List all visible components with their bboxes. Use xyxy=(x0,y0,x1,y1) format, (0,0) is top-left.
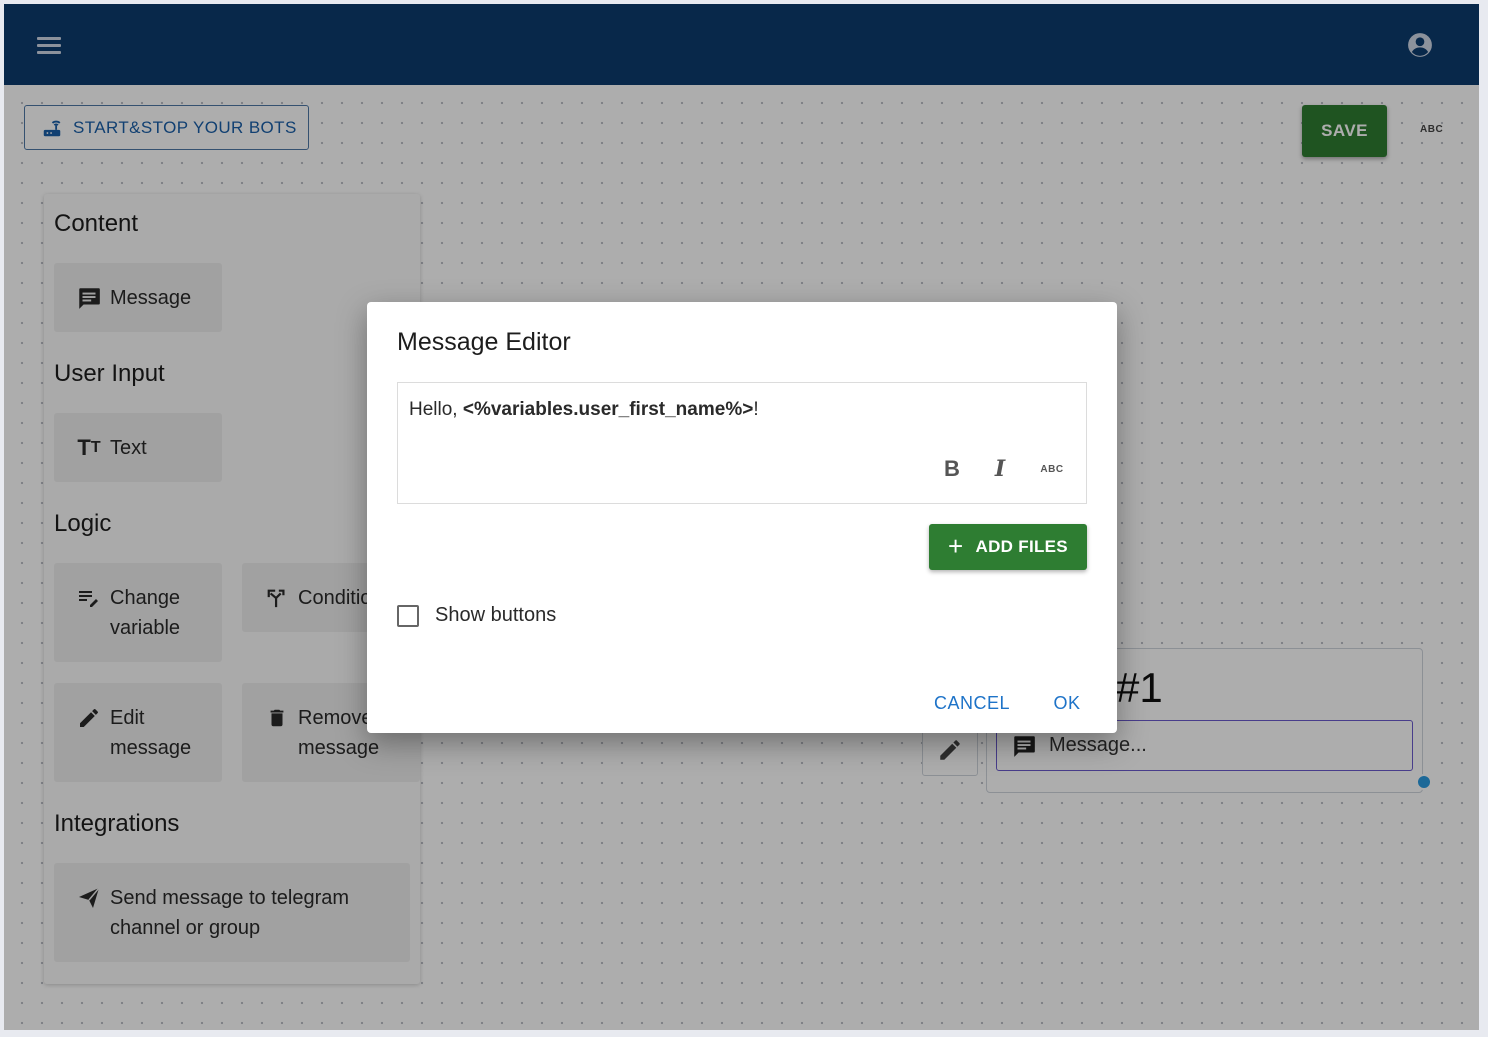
message-editor-dialog: Message Editor Hello, <%variables.user_f… xyxy=(367,302,1117,733)
editor-content: Hello, <%variables.user_first_name%>! xyxy=(409,399,759,421)
italic-icon[interactable]: I xyxy=(986,455,1014,483)
add-files-label: ADD FILES xyxy=(975,537,1068,556)
message-editor-input[interactable]: Hello, <%variables.user_first_name%>! B … xyxy=(397,382,1087,504)
cancel-button[interactable]: CANCEL xyxy=(929,686,1015,720)
ok-button[interactable]: OK xyxy=(1047,686,1087,720)
show-buttons-checkbox[interactable] xyxy=(397,604,419,627)
spellcheck-icon[interactable]: ABC xyxy=(1034,455,1070,483)
bold-icon[interactable]: B xyxy=(938,455,966,483)
app-window: START&STOP YOUR BOTS SAVE ABC Content Me… xyxy=(4,4,1479,1030)
editor-text-prefix: Hello, xyxy=(409,399,463,420)
show-buttons-checkbox-row[interactable]: Show buttons xyxy=(397,604,556,627)
show-buttons-label: Show buttons xyxy=(435,604,557,626)
add-files-button[interactable]: + ADD FILES xyxy=(929,524,1087,570)
plus-icon: + xyxy=(948,530,964,561)
editor-text-suffix: ! xyxy=(753,399,759,420)
editor-variable-token: <%variables.user_first_name%> xyxy=(462,399,754,420)
dialog-title: Message Editor xyxy=(397,328,571,356)
